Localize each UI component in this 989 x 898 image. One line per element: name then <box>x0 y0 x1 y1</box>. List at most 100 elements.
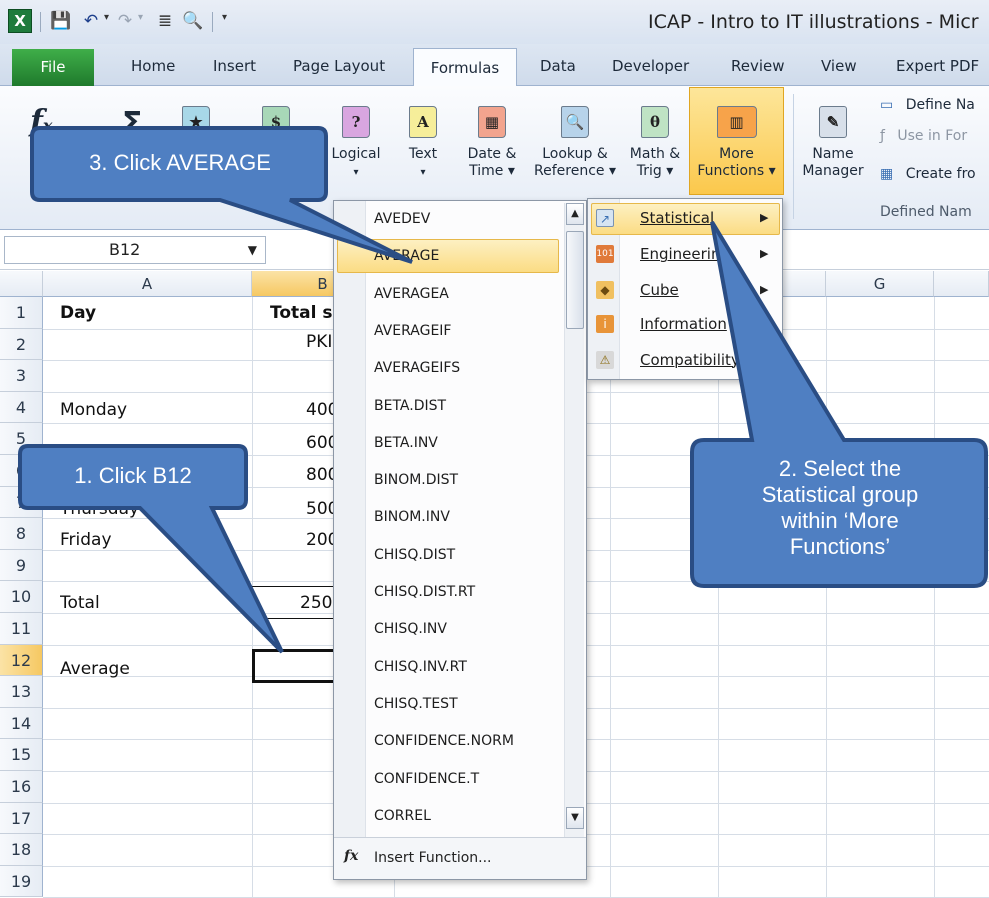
function-item-chisq-dist[interactable]: CHISQ.DIST <box>374 547 455 563</box>
print-preview-icon[interactable]: 🔍 <box>182 10 204 32</box>
row-header-4[interactable]: 4 <box>0 391 43 424</box>
row-header-1[interactable]: 1 <box>0 297 43 329</box>
customize-toolbar-icon[interactable]: ▾ <box>222 12 227 23</box>
menu-item-cube[interactable]: Cube <box>640 281 679 299</box>
financial-icon[interactable]: $ <box>262 106 290 146</box>
lookup-icon: 🔍 <box>561 106 589 138</box>
column-header-a[interactable]: A <box>43 271 252 297</box>
function-item-averagea[interactable]: AVERAGEA <box>374 286 449 302</box>
row-header-15[interactable]: 15 <box>0 739 43 771</box>
cell-a4[interactable]: Monday <box>60 400 127 420</box>
row-header-19[interactable]: 19 <box>0 865 43 898</box>
math-trig-icon: θ <box>641 106 669 138</box>
scrollbar-thumb[interactable] <box>566 231 584 329</box>
insert-function-icon: fx <box>344 848 359 864</box>
function-item-average[interactable]: AVERAGE <box>374 248 439 264</box>
name-box-dropdown-icon[interactable]: ▼ <box>248 237 257 263</box>
insert-function-icon[interactable]: fx <box>30 104 52 139</box>
create-from-selection-button[interactable]: ▦ Create fro <box>880 166 976 182</box>
tab-formulas[interactable]: Formulas <box>413 48 517 87</box>
cell-a12[interactable]: Average <box>60 659 130 679</box>
tab-file[interactable]: File <box>12 49 94 86</box>
function-item-beta-inv[interactable]: BETA.INV <box>374 435 438 451</box>
save-icon[interactable]: 💾 <box>50 10 72 32</box>
function-item-binom-dist[interactable]: BINOM.DIST <box>374 472 458 488</box>
math-trig-button[interactable]: θ Math & Trig ▾ <box>622 106 688 180</box>
row-header-13[interactable]: 13 <box>0 676 43 708</box>
scroll-down-icon[interactable]: ▼ <box>566 807 584 829</box>
row-header-5[interactable]: 5 <box>0 423 43 455</box>
tab-insert[interactable]: Insert <box>213 57 256 75</box>
name-box[interactable]: B12 ▼ <box>4 236 266 264</box>
date-time-label-2: Time ▾ <box>469 163 515 179</box>
function-item-confidence-t[interactable]: CONFIDENCE.T <box>374 771 479 787</box>
row-header-10[interactable]: 10 <box>0 581 43 613</box>
average-highlight <box>337 239 559 273</box>
more-functions-content[interactable]: ▥ More Functions ▾ <box>689 106 784 180</box>
autosum-icon[interactable]: Σ <box>122 106 143 141</box>
function-item-beta-dist[interactable]: BETA.DIST <box>374 398 446 414</box>
function-list-scrollbar[interactable]: ▲ ▼ <box>564 203 584 837</box>
cell-a10[interactable]: Total <box>60 593 100 613</box>
row-header-12[interactable]: 12 <box>0 644 43 677</box>
function-item-binom-inv[interactable]: BINOM.INV <box>374 509 450 525</box>
tab-expert-pdf[interactable]: Expert PDF <box>896 57 979 75</box>
align-icon[interactable]: ≣ <box>154 10 176 32</box>
logical-button[interactable]: ? Logical ▾ <box>326 106 386 181</box>
lookup-label-1: Lookup & <box>542 146 608 162</box>
tab-data[interactable]: Data <box>540 57 576 75</box>
row-header-18[interactable]: 18 <box>0 834 43 866</box>
select-all-corner[interactable] <box>0 271 43 297</box>
function-item-confidence-norm[interactable]: CONFIDENCE.NORM <box>374 733 514 749</box>
cell-a1[interactable]: Day <box>60 303 96 323</box>
menu-item-statistical[interactable]: Statistical <box>640 209 714 227</box>
row-header-8[interactable]: 8 <box>0 518 43 550</box>
tab-page-layout[interactable]: Page Layout <box>293 57 385 75</box>
row-header-17[interactable]: 17 <box>0 802 43 835</box>
function-item-chisq-inv-rt[interactable]: CHISQ.INV.RT <box>374 659 467 675</box>
function-item-avedev[interactable]: AVEDEV <box>374 211 430 227</box>
tab-developer[interactable]: Developer <box>612 57 689 75</box>
menu-item-information[interactable]: Information <box>640 315 727 333</box>
more-functions-label-2: Functions ▾ <box>697 163 776 179</box>
row-header-11[interactable]: 11 <box>0 613 43 645</box>
cell-a7[interactable]: Thursday <box>60 499 139 519</box>
row-header-9[interactable]: 9 <box>0 549 43 582</box>
row-header-3[interactable]: 3 <box>0 360 43 392</box>
group-separator <box>793 94 794 219</box>
gridline <box>934 297 935 898</box>
text-button[interactable]: A Text ▾ <box>398 106 448 181</box>
window-title: ICAP - Intro to IT illustrations - Micr <box>648 11 979 33</box>
column-header-h[interactable] <box>934 271 989 297</box>
date-time-button[interactable]: ▦ Date & Time ▾ <box>456 106 528 180</box>
callout-step-2-line-1: 2. Select the <box>778 456 902 481</box>
insert-function-item[interactable]: fx Insert Function... <box>334 837 586 879</box>
row-header-7[interactable]: 7 <box>0 486 43 519</box>
tab-review[interactable]: Review <box>731 57 785 75</box>
undo-icon[interactable]: ↶ <box>80 10 102 32</box>
cell-a8[interactable]: Friday <box>60 530 112 550</box>
row-header-16[interactable]: 16 <box>0 771 43 803</box>
row-header-2[interactable]: 2 <box>0 328 43 361</box>
function-item-chisq-inv[interactable]: CHISQ.INV <box>374 621 447 637</box>
tab-home[interactable]: Home <box>131 57 175 75</box>
name-box-value: B12 <box>109 240 141 259</box>
column-header-g[interactable]: G <box>826 271 934 297</box>
function-item-correl[interactable]: CORREL <box>374 808 431 824</box>
scroll-up-icon[interactable]: ▲ <box>566 203 584 225</box>
menu-item-compatibility[interactable]: Compatibility <box>640 351 740 369</box>
function-item-chisq-dist-rt[interactable]: CHISQ.DIST.RT <box>374 584 475 600</box>
row-header-14[interactable]: 14 <box>0 707 43 740</box>
define-name-button[interactable]: ▭ Define Na <box>880 97 975 113</box>
name-manager-button[interactable]: ✎ Name Manager <box>800 106 866 180</box>
excel-logo-icon[interactable]: X <box>8 9 32 33</box>
undo-dropdown-icon[interactable]: ▾ <box>104 12 109 23</box>
function-item-averageifs[interactable]: AVERAGEIFS <box>374 360 460 376</box>
function-item-chisq-test[interactable]: CHISQ.TEST <box>374 696 458 712</box>
menu-item-engineering[interactable]: Engineering <box>640 245 730 263</box>
recently-used-icon[interactable]: ★ <box>182 106 210 146</box>
tab-view[interactable]: View <box>821 57 857 75</box>
function-item-averageif[interactable]: AVERAGEIF <box>374 323 451 339</box>
lookup-reference-button[interactable]: 🔍 Lookup & Reference ▾ <box>530 106 620 180</box>
math-trig-label-1: Math & <box>629 146 681 162</box>
